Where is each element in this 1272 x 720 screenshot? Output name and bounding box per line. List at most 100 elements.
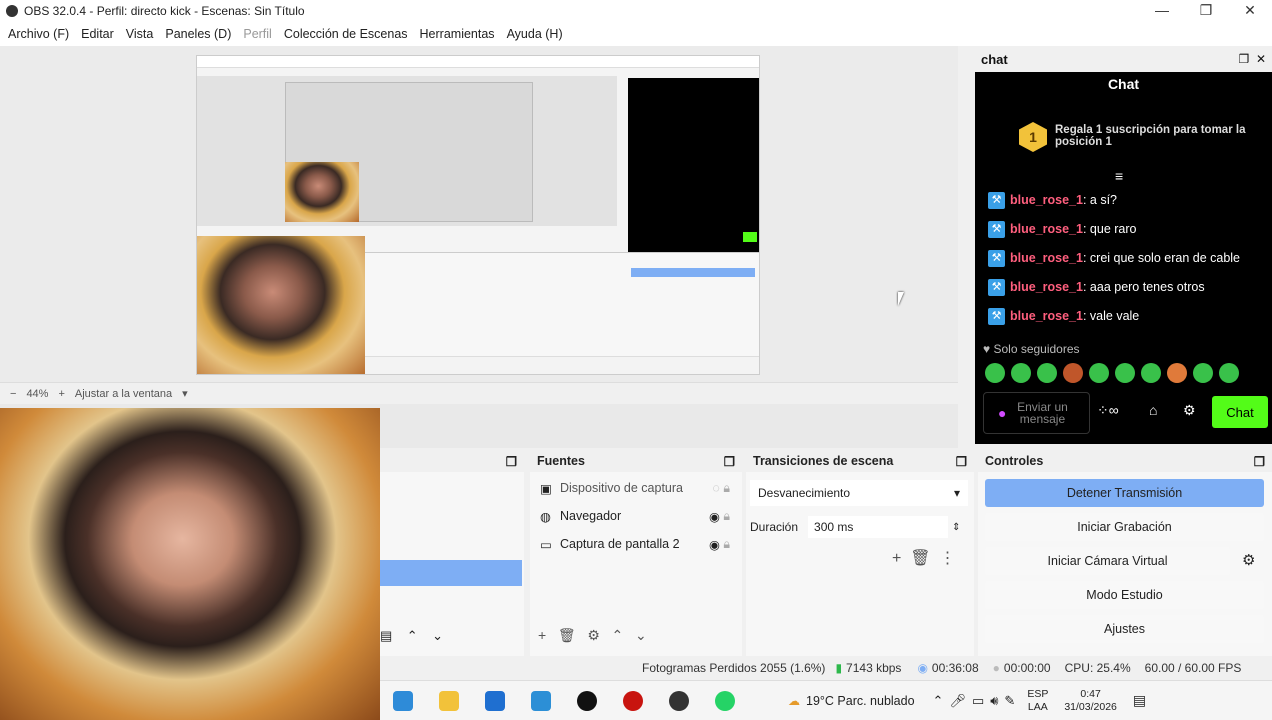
duration-row: Duración 300 ms ⇕ [750, 516, 960, 538]
chat-message: ⚒ blue_rose_1: a sí? [988, 190, 1117, 210]
store-icon[interactable]: ⌂ [1149, 402, 1157, 418]
spinner-icon[interactable]: ⇕ [952, 522, 960, 533]
obs-icon[interactable] [669, 690, 689, 711]
tray-icons[interactable]: ⌃🎤︎▭🔊︎✎ [933, 693, 1022, 709]
menu-coleccion[interactable]: Colección de Escenas [278, 27, 414, 41]
filter-icon[interactable]: ▤ [380, 628, 392, 643]
sources-dock-header: Fuentes ❐ [530, 450, 742, 472]
studio-mode-button[interactable]: Modo Estudio [985, 581, 1264, 609]
language-indicator[interactable]: ESP LAA [1027, 688, 1048, 714]
menu-ayuda[interactable]: Ayuda (H) [501, 27, 569, 41]
emote-icon[interactable] [1089, 363, 1109, 383]
minimize-button[interactable]: — [1140, 0, 1184, 22]
source-item[interactable]: ▭ Captura de pantalla 2 ◉ 🔒︎ [540, 533, 730, 555]
duration-input[interactable]: 300 ms [808, 516, 949, 538]
eye-hidden-icon[interactable]: ◌ [712, 481, 719, 495]
trash-icon[interactable]: 🗑︎ [910, 550, 930, 567]
edge-icon[interactable] [393, 690, 413, 711]
settings-button[interactable]: Ajustes [985, 615, 1264, 643]
move-up-icon[interactable]: ⌃ [612, 627, 624, 643]
zoom-fit-select[interactable]: Ajustar a la ventana [75, 388, 172, 400]
menu-herramientas[interactable]: Herramientas [414, 27, 501, 41]
preview-screen [196, 55, 760, 375]
menu-editar[interactable]: Editar [75, 27, 120, 41]
gift-badge: 1 [1019, 122, 1047, 152]
notification-icon[interactable]: ▤ [1133, 692, 1146, 709]
emote-icon[interactable] [1063, 363, 1083, 383]
chevron-down-icon[interactable]: ▾ [182, 387, 188, 400]
outlook-icon[interactable] [531, 690, 551, 711]
lock-icon[interactable]: 🔒︎ [723, 509, 730, 524]
badge-icon: ⚒ [988, 191, 1005, 209]
gear-icon[interactable]: ⚙ [587, 627, 600, 643]
gift-text[interactable]: Regala 1 suscripción para tomar la posic… [1055, 124, 1255, 148]
emote-icon[interactable] [1037, 363, 1057, 383]
emote-picker-icon[interactable]: ⁘∞ [1097, 402, 1119, 419]
whatsapp-icon[interactable] [715, 690, 735, 711]
mic-icon[interactable]: ● [998, 405, 1006, 421]
menu-vista[interactable]: Vista [120, 27, 160, 41]
folder-icon[interactable] [439, 690, 459, 711]
float-icon[interactable]: ❐ [956, 454, 967, 469]
move-down-icon[interactable]: ⌄ [432, 628, 443, 643]
menu-paneles[interactable]: Paneles (D) [159, 27, 237, 41]
emote-icon[interactable] [985, 363, 1005, 383]
move-down-icon[interactable]: ⌄ [635, 627, 647, 643]
store-icon[interactable] [485, 690, 505, 711]
add-icon[interactable]: + [892, 550, 901, 567]
emote-icon[interactable] [1115, 363, 1135, 383]
menu-perfil[interactable]: Perfil [237, 27, 277, 41]
emote-icon[interactable] [1167, 363, 1187, 383]
source-item[interactable]: ◍ Navegador ◉ 🔒︎ [540, 505, 730, 527]
emote-icon[interactable] [1141, 363, 1161, 383]
webcam-overlay [0, 408, 380, 720]
start-recording-button[interactable]: Iniciar Grabación [985, 513, 1264, 541]
gear-icon[interactable]: ⚙ [1242, 551, 1255, 569]
scene-item-selected[interactable] [380, 560, 522, 586]
send-message-input[interactable]: ● Enviar un mensaje [983, 392, 1090, 434]
float-icon[interactable]: ❐ [506, 454, 517, 469]
chat-title: Chat [1107, 76, 1140, 92]
emote-icon[interactable] [1193, 363, 1213, 383]
transition-select[interactable]: Desvanecimiento ▾ [750, 480, 968, 506]
virtual-camera-button[interactable]: Iniciar Cámara Virtual [985, 547, 1230, 575]
add-icon[interactable]: + [538, 627, 546, 643]
chevron-down-icon: ▾ [953, 486, 960, 500]
scenes-dock-header: ❐ [380, 450, 524, 472]
float-icon[interactable]: ❐ [1254, 454, 1265, 469]
chat-send-button[interactable]: Chat [1212, 396, 1268, 428]
clock[interactable]: 0:47 31/03/2026 [1064, 688, 1117, 714]
emote-icon[interactable] [1011, 363, 1031, 383]
scenes-list[interactable]: ▤ ⌃ ⌄ [380, 472, 524, 656]
lock-icon[interactable]: 🔒︎ [723, 481, 730, 496]
stop-stream-button[interactable]: Detener Transmisión [985, 479, 1264, 507]
close-icon[interactable]: ✕ [1256, 52, 1266, 66]
window-controls: — ❐ ✕ [1140, 0, 1272, 22]
close-button[interactable]: ✕ [1228, 0, 1272, 22]
more-icon[interactable]: ⋮ [939, 550, 955, 567]
record-app-icon[interactable] [623, 690, 643, 711]
zoom-out-button[interactable]: − [10, 388, 16, 400]
maximize-button[interactable]: ❐ [1184, 0, 1228, 22]
lock-icon[interactable]: 🔒︎ [723, 537, 730, 552]
pinned-icon[interactable]: ≡ [1115, 168, 1123, 184]
transition-toolbar: + 🗑︎ ⋮ [892, 548, 955, 568]
window-title: OBS 32.0.4 - Perfil: directo kick - Esce… [24, 4, 305, 18]
float-icon[interactable]: ❐ [1239, 52, 1250, 66]
eye-icon[interactable]: ◉ [709, 537, 720, 552]
source-item[interactable]: ▣ Dispositivo de captura ◌ 🔒︎ [540, 477, 730, 499]
tiktok-icon[interactable] [577, 690, 597, 711]
eye-icon[interactable]: ◉ [709, 509, 720, 524]
menu-archivo[interactable]: Archivo (F) [2, 27, 75, 41]
transitions-panel: Desvanecimiento ▾ Duración 300 ms ⇕ + 🗑︎ ⋮ [746, 472, 974, 656]
preview-area[interactable] [0, 46, 958, 382]
zoom-in-button[interactable]: + [58, 388, 64, 400]
badge-icon: ⚒ [988, 307, 1005, 325]
globe-icon: ◍ [540, 509, 551, 524]
emote-icon[interactable] [1219, 363, 1239, 383]
mouse-cursor-icon [898, 292, 910, 306]
float-icon[interactable]: ❐ [724, 454, 735, 469]
move-up-icon[interactable]: ⌃ [407, 628, 418, 643]
gear-icon[interactable]: ⚙ [1183, 402, 1196, 419]
trash-icon[interactable]: 🗑︎ [558, 627, 576, 643]
